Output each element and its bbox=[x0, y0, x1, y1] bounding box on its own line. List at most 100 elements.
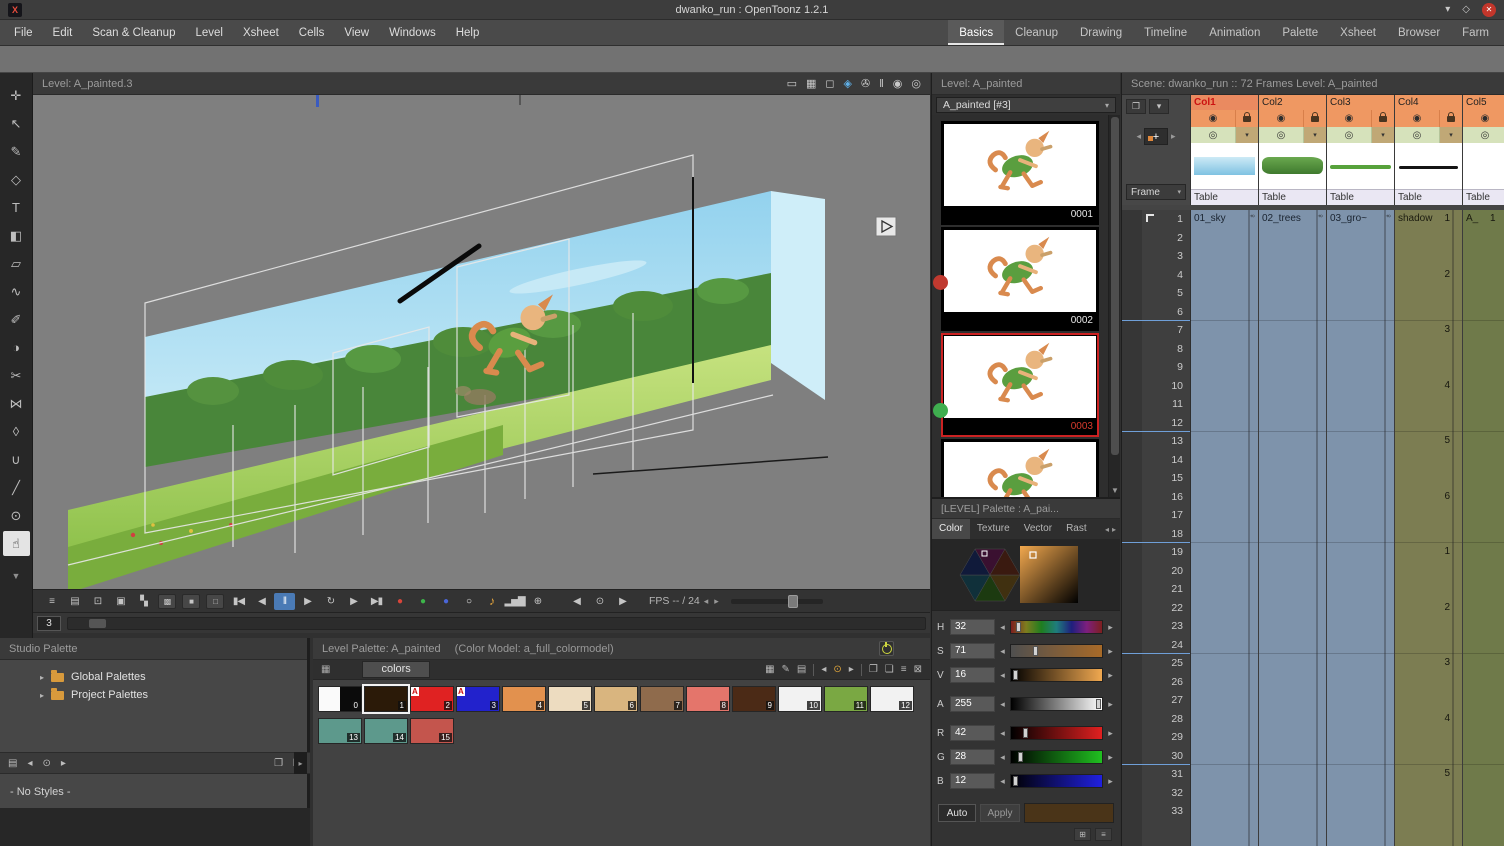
room-tab-xsheet[interactable]: Xsheet bbox=[1329, 20, 1387, 45]
slider-track-a[interactable] bbox=[1010, 697, 1103, 711]
xsheet-cell[interactable] bbox=[1327, 340, 1394, 359]
slider-decrement-arrow[interactable]: ◂ bbox=[998, 646, 1007, 657]
rgb-picker-tool[interactable]: ◑ bbox=[3, 335, 30, 360]
xsheet-cell[interactable] bbox=[1327, 469, 1394, 488]
xsheet-cell[interactable] bbox=[1463, 710, 1504, 729]
lock-toggle[interactable] bbox=[1440, 110, 1462, 127]
menu-cells[interactable]: Cells bbox=[289, 27, 335, 39]
xsheet-cell[interactable] bbox=[1191, 229, 1258, 248]
xsheet-cell[interactable] bbox=[1463, 765, 1504, 784]
xsheet-cell[interactable] bbox=[1259, 691, 1326, 710]
slider-track-v[interactable] bbox=[1010, 668, 1103, 682]
loop-button[interactable]: ↻ bbox=[320, 593, 341, 610]
xsheet-cell[interactable] bbox=[1191, 617, 1258, 636]
xsheet-cell[interactable] bbox=[1191, 451, 1258, 470]
xsheet-frame-row-8[interactable]: 8 bbox=[1122, 340, 1190, 359]
xsheet-frame-row-28[interactable]: 28 bbox=[1122, 710, 1190, 729]
palette-tab-texture[interactable]: Texture bbox=[970, 519, 1017, 539]
level-strip-red-marker[interactable] bbox=[933, 275, 948, 290]
xsheet-cell[interactable] bbox=[1327, 765, 1394, 784]
xsheet-frame-row-32[interactable]: 32 bbox=[1122, 784, 1190, 803]
camstand-view-icon[interactable]: ◻ bbox=[825, 77, 834, 90]
style-swatch-8[interactable]: 8 bbox=[686, 686, 730, 712]
column-thumbnail[interactable] bbox=[1327, 143, 1394, 189]
xsheet-cell[interactable] bbox=[1259, 636, 1326, 655]
xsheet-cell[interactable] bbox=[1463, 691, 1504, 710]
type-tool[interactable]: T bbox=[3, 195, 30, 220]
expand-caret-icon[interactable]: ▸ bbox=[40, 673, 44, 682]
palette-tab-vector[interactable]: Vector bbox=[1017, 519, 1059, 539]
xsheet-level-toggle-button[interactable]: ❐ bbox=[1126, 99, 1146, 114]
style-swatch-13[interactable]: 13 bbox=[318, 718, 362, 744]
column-parent-label[interactable]: Table bbox=[1259, 189, 1326, 205]
green-channel-button[interactable]: ● bbox=[412, 593, 433, 610]
xsheet-frame-row-23[interactable]: 23 bbox=[1122, 617, 1190, 636]
next-style-icon[interactable]: ▸ bbox=[849, 664, 854, 675]
view-3d-icon[interactable]: ◈ bbox=[844, 77, 852, 90]
xsheet-cell[interactable] bbox=[1463, 395, 1504, 414]
xsheet-cell[interactable] bbox=[1395, 636, 1462, 655]
xsheet-cell[interactable] bbox=[1327, 821, 1394, 840]
xsheet-cell[interactable] bbox=[1327, 710, 1394, 729]
xsheet-cell[interactable] bbox=[1327, 303, 1394, 322]
freeze-style-icon[interactable]: ⊙ bbox=[833, 664, 841, 675]
display-mode-camera-icon[interactable]: ▩ bbox=[158, 594, 176, 609]
xsheet-column-header-col5[interactable]: Col5◉◎▾Table bbox=[1463, 95, 1504, 205]
xsheet-frame-row-33[interactable]: 33 bbox=[1122, 802, 1190, 821]
xsheet-cell[interactable] bbox=[1327, 728, 1394, 747]
next-style-icon[interactable]: ▸ bbox=[61, 758, 66, 769]
eye-icon[interactable]: ◉ bbox=[1259, 110, 1304, 127]
xsheet-frame-row-25[interactable]: 25 bbox=[1122, 654, 1190, 673]
fill-tool[interactable]: ◧ bbox=[3, 223, 30, 248]
slider-track-s[interactable] bbox=[1010, 644, 1103, 658]
xsheet-cell[interactable] bbox=[1259, 580, 1326, 599]
xsheet-cell[interactable]: shadow1 bbox=[1395, 210, 1462, 229]
close-button[interactable]: ✕ bbox=[1482, 3, 1496, 17]
xsheet-cell[interactable] bbox=[1259, 303, 1326, 322]
xsheet-cell[interactable] bbox=[1463, 451, 1504, 470]
xsheet-cell[interactable] bbox=[1463, 506, 1504, 525]
slider-increment-arrow[interactable]: ▸ bbox=[1106, 670, 1115, 681]
selection-tool[interactable]: ↖ bbox=[3, 111, 30, 136]
style-swatch-6[interactable]: 6 bbox=[594, 686, 638, 712]
xsheet-cell[interactable] bbox=[1259, 284, 1326, 303]
xsheet-cell[interactable] bbox=[1395, 562, 1462, 581]
xsheet-cell[interactable] bbox=[1191, 654, 1258, 673]
style-swatch-0[interactable]: 0 bbox=[318, 686, 362, 712]
xsheet-cell[interactable] bbox=[1259, 784, 1326, 803]
xsheet-cell[interactable] bbox=[1191, 340, 1258, 359]
xsheet-cell[interactable] bbox=[1463, 728, 1504, 747]
xsheet-cell[interactable] bbox=[1463, 617, 1504, 636]
xsheet-frame-row-6[interactable]: 6 bbox=[1122, 303, 1190, 322]
xsheet-cell[interactable] bbox=[1463, 580, 1504, 599]
slider-handle[interactable] bbox=[1096, 699, 1101, 709]
xsheet-cell[interactable] bbox=[1395, 451, 1462, 470]
palette-tab-color[interactable]: Color bbox=[932, 519, 970, 539]
column-thumbnail[interactable] bbox=[1191, 143, 1258, 189]
studio-palette-titlebar[interactable]: Studio Palette bbox=[0, 638, 307, 660]
shade-button[interactable]: ▾ bbox=[1445, 4, 1450, 15]
xsheet-cell[interactable] bbox=[1395, 358, 1462, 377]
xsheet-titlebar[interactable]: Scene: dwanko_run :: 72 Frames Level: A_… bbox=[1122, 73, 1504, 95]
pinch-tool[interactable]: ⋈ bbox=[3, 391, 30, 416]
xsheet-cell[interactable] bbox=[1259, 340, 1326, 359]
more-tools-button[interactable]: ▼ bbox=[3, 563, 30, 588]
xsheet-cell[interactable] bbox=[1191, 358, 1258, 377]
xsheet-frame-row-11[interactable]: 11 bbox=[1122, 395, 1190, 414]
xsheet-cell[interactable] bbox=[1191, 599, 1258, 618]
xsheet-cell[interactable] bbox=[1463, 414, 1504, 433]
xsheet-cell[interactable] bbox=[1259, 562, 1326, 581]
xsheet-cell[interactable] bbox=[1463, 802, 1504, 821]
xsheet-cell[interactable] bbox=[1191, 525, 1258, 544]
xsheet-cell[interactable] bbox=[1259, 414, 1326, 433]
filter-dropdown-icon[interactable]: ▾ bbox=[1304, 127, 1326, 143]
brush-tool[interactable]: ✎ bbox=[3, 139, 30, 164]
xsheet-cell[interactable] bbox=[1259, 747, 1326, 766]
xsheet-cell[interactable] bbox=[1327, 784, 1394, 803]
xsheet-cell[interactable] bbox=[1463, 377, 1504, 396]
xsheet-frame-row-20[interactable]: 20 bbox=[1122, 562, 1190, 581]
compare-icon[interactable]: ▣ bbox=[110, 593, 131, 610]
xsheet-cell[interactable]: 01_sky♀ bbox=[1191, 210, 1258, 229]
camstand-eye-icon[interactable]: ◎ bbox=[1259, 127, 1304, 143]
xsheet-cell[interactable] bbox=[1191, 562, 1258, 581]
